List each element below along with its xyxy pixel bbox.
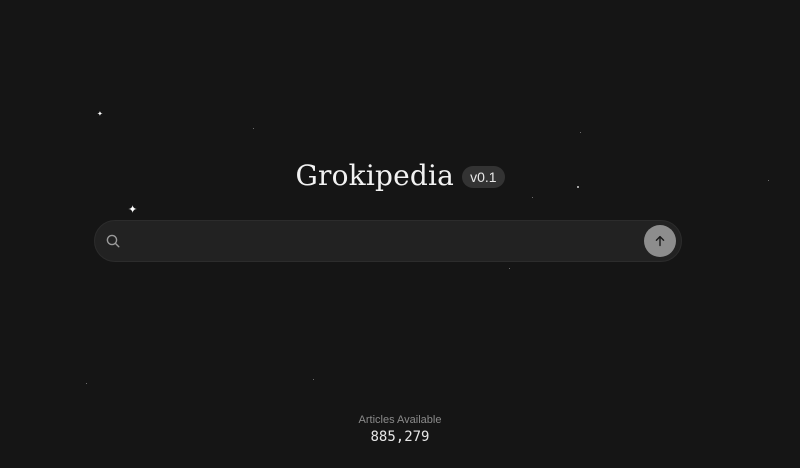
- search-icon: [105, 233, 121, 249]
- version-badge: v0.1: [462, 165, 505, 188]
- star-dot: [509, 268, 510, 269]
- articles-count: 885,279: [370, 429, 430, 445]
- star-dot: [253, 128, 254, 129]
- sparkle-icon: ✦: [128, 204, 138, 216]
- articles-available-label: Articles Available: [358, 414, 442, 426]
- star-dot: [313, 379, 314, 380]
- sparkle-icon: ✦: [97, 111, 103, 118]
- star-dot: [580, 132, 581, 133]
- arrow-up-icon: [654, 235, 666, 247]
- submit-search-button[interactable]: [644, 225, 676, 257]
- search-input[interactable]: [121, 221, 644, 261]
- app-title: Grokipedia: [295, 159, 455, 192]
- star-dot: [532, 197, 533, 198]
- brand-header: Grokipedia v0.1: [0, 159, 800, 192]
- star-dot: [86, 383, 87, 384]
- articles-stats: Articles Available 885,279: [0, 414, 800, 445]
- search-bar[interactable]: [94, 220, 682, 262]
